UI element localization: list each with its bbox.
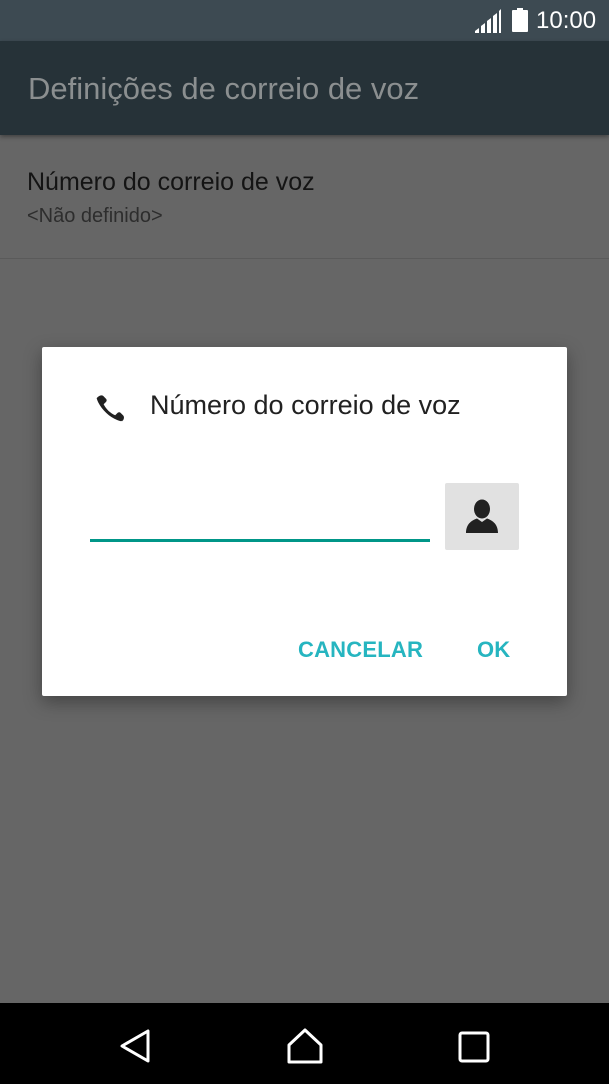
home-icon[interactable] — [286, 1027, 324, 1065]
pick-contact-button[interactable] — [445, 483, 519, 550]
ok-button[interactable]: OK — [477, 635, 510, 665]
page-title: Definições de correio de voz — [28, 71, 420, 106]
preference-voicemail-number[interactable]: Número do correio de voz <Não definido> — [0, 135, 609, 259]
status-bar: 10:00 — [0, 0, 609, 41]
preference-summary: <Não definido> — [27, 205, 163, 227]
dialog-title: Número do correio de voz — [150, 390, 461, 420]
divider — [0, 258, 609, 259]
navigation-bar — [0, 1003, 609, 1084]
preference-title: Número do correio de voz — [27, 168, 315, 196]
status-clock: 10:00 — [536, 7, 597, 34]
voicemail-number-input[interactable] — [90, 487, 430, 542]
battery-icon — [512, 8, 528, 32]
back-icon[interactable] — [118, 1028, 152, 1064]
cancel-button[interactable]: CANCELAR — [298, 635, 423, 665]
app-bar: Definições de correio de voz — [0, 41, 609, 135]
voicemail-number-dialog: Número do correio de voz CANCELAR OK — [42, 347, 567, 696]
phone-icon — [96, 395, 124, 422]
person-icon — [466, 499, 498, 533]
recents-icon[interactable] — [458, 1031, 490, 1063]
signal-icon — [475, 9, 501, 33]
